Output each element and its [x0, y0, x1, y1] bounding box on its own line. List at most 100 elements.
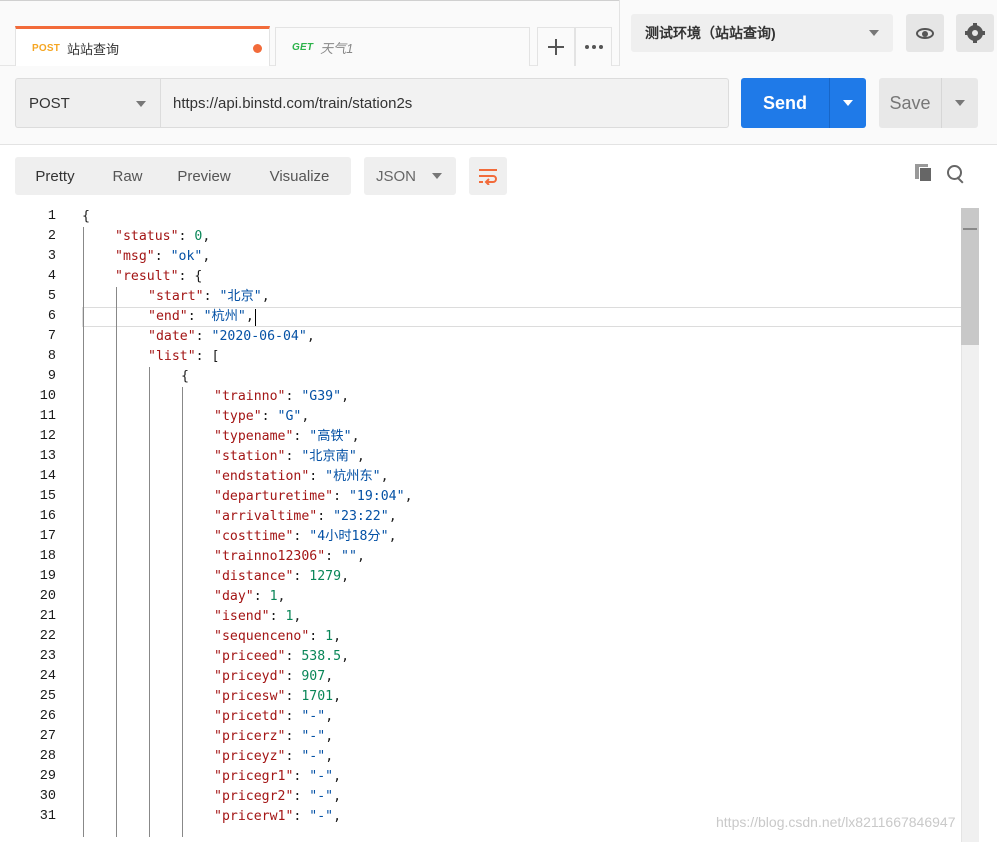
line-number: 12 — [39, 429, 56, 444]
indent-guide — [182, 387, 183, 837]
code-line: "typename": "高铁", — [214, 429, 360, 444]
line-number: 13 — [39, 449, 56, 464]
code-line: "day": 1, — [214, 589, 286, 604]
search-icon[interactable] — [946, 164, 966, 184]
tab-method-badge: GET — [292, 41, 314, 53]
indent-guide — [149, 367, 150, 837]
line-number: 30 — [39, 789, 56, 804]
line-number: 19 — [39, 569, 56, 584]
response-body-editor[interactable]: 1 2 3 4 5 6 7 8 9 10 11 12 13 14 15 16 17 18 19 20 21 22 23 24 2… — [0, 205, 997, 842]
send-button[interactable]: Send — [741, 78, 829, 128]
wrap-lines-button[interactable] — [469, 157, 507, 195]
eye-icon — [916, 27, 934, 39]
code-content: { "status": 0, "msg": "ok", "result": { "sta… — [82, 205, 962, 842]
response-toolbar: Pretty Raw Preview Visualize JSON — [0, 145, 997, 205]
line-number: 4 — [47, 269, 56, 284]
indent-guide — [116, 287, 117, 837]
tab-visualize[interactable]: Visualize — [248, 157, 351, 195]
line-number: 17 — [39, 529, 56, 544]
code-line: "distance": 1279, — [214, 569, 350, 584]
code-line: "sequenceno": 1, — [214, 629, 342, 644]
code-line: "trainno12306": "", — [214, 549, 365, 564]
code-line: "isend": 1, — [214, 609, 302, 624]
response-view-tabs: Pretty Raw Preview Visualize — [15, 157, 351, 195]
line-number: 7 — [47, 329, 56, 344]
chevron-down-icon — [432, 173, 442, 179]
line-number: 21 — [39, 609, 56, 624]
response-format-select[interactable]: JSON — [364, 157, 456, 195]
environment-label: 测试环境（站站查询) — [645, 25, 776, 41]
code-line: "costtime": "4小时18分", — [214, 529, 397, 544]
line-number: 10 — [39, 389, 56, 404]
line-number: 29 — [39, 769, 56, 784]
code-line: "end": "杭州", — [148, 309, 254, 324]
line-number: 2 — [47, 229, 56, 244]
line-number: 16 — [39, 509, 56, 524]
line-number: 1 — [47, 209, 56, 224]
tab-title: 站站查询 — [67, 41, 120, 57]
wrap-lines-icon — [479, 169, 497, 185]
code-line: "status": 0, — [115, 229, 211, 244]
scrollbar-position-marker — [963, 228, 977, 230]
more-icon — [584, 45, 603, 49]
tab-pretty[interactable]: Pretty — [15, 157, 95, 195]
line-number: 8 — [47, 349, 56, 364]
code-line: "date": "2020-06-04", — [148, 329, 315, 344]
response-format-label: JSON — [376, 167, 417, 185]
code-line: "start": "北京", — [148, 289, 270, 304]
line-number: 22 — [39, 629, 56, 644]
tab-title: 天气1 — [320, 40, 354, 56]
new-tab-button[interactable] — [537, 27, 575, 66]
environment-select[interactable]: 测试环境（站站查询) — [631, 14, 893, 52]
code-line: "priceyz": "-", — [214, 749, 334, 764]
line-number-gutter: 1 2 3 4 5 6 7 8 9 10 11 12 13 14 15 16 17 18 19 20 21 22 23 24 2… — [0, 205, 66, 842]
http-method-label: POST — [29, 94, 70, 112]
code-line: { — [82, 209, 90, 224]
code-line: "pricegr2": "-", — [214, 789, 342, 804]
more-tabs-button[interactable] — [575, 27, 612, 66]
line-number: 11 — [39, 409, 56, 424]
code-line: "endstation": "杭州东", — [214, 469, 389, 484]
copy-icon[interactable] — [915, 164, 933, 182]
chevron-down-icon — [136, 101, 146, 107]
code-line: "pricetd": "-", — [214, 709, 334, 724]
unsaved-dot-icon — [253, 44, 262, 53]
save-options-button[interactable] — [941, 78, 978, 128]
tab-request-station-query[interactable]: POST 站站查询 — [15, 26, 270, 67]
code-line: "pricerw1": "-", — [214, 809, 342, 824]
environment-quick-look-button[interactable] — [906, 14, 944, 52]
tab-request-weather[interactable]: GET 天气1 — [275, 27, 530, 66]
tab-preview[interactable]: Preview — [160, 157, 248, 195]
tab-method-badge: POST — [32, 42, 61, 54]
save-button[interactable]: Save — [879, 78, 941, 128]
line-number: 9 — [47, 369, 56, 384]
code-line: "arrivaltime": "23:22", — [214, 509, 397, 524]
line-number: 15 — [39, 489, 56, 504]
code-line: "pricesw": 1701, — [214, 689, 342, 704]
code-line: "list": [ — [148, 349, 220, 364]
line-number: 28 — [39, 749, 56, 764]
code-line: "pricerz": "-", — [214, 729, 334, 744]
plus-icon — [548, 39, 564, 55]
code-line: "priceyd": 907, — [214, 669, 334, 684]
line-number: 6 — [47, 309, 56, 324]
code-line: "departuretime": "19:04", — [214, 489, 413, 504]
tab-raw[interactable]: Raw — [95, 157, 160, 195]
request-bar: POST Send Save — [0, 66, 997, 144]
chevron-down-icon — [869, 30, 879, 36]
code-line: "msg": "ok", — [115, 249, 211, 264]
code-line: "pricegr1": "-", — [214, 769, 342, 784]
code-line: "type": "G", — [214, 409, 310, 424]
code-line: "result": { — [115, 269, 203, 284]
gear-icon — [965, 23, 985, 43]
http-method-select[interactable]: POST — [15, 78, 160, 128]
manage-environments-button[interactable] — [956, 14, 994, 52]
code-line: { — [181, 369, 189, 384]
line-number: 23 — [39, 649, 56, 664]
line-number: 18 — [39, 549, 56, 564]
line-number: 20 — [39, 589, 56, 604]
send-options-button[interactable] — [829, 78, 866, 128]
line-number: 26 — [39, 709, 56, 724]
code-line: "station": "北京南", — [214, 449, 365, 464]
url-input[interactable] — [160, 78, 729, 128]
